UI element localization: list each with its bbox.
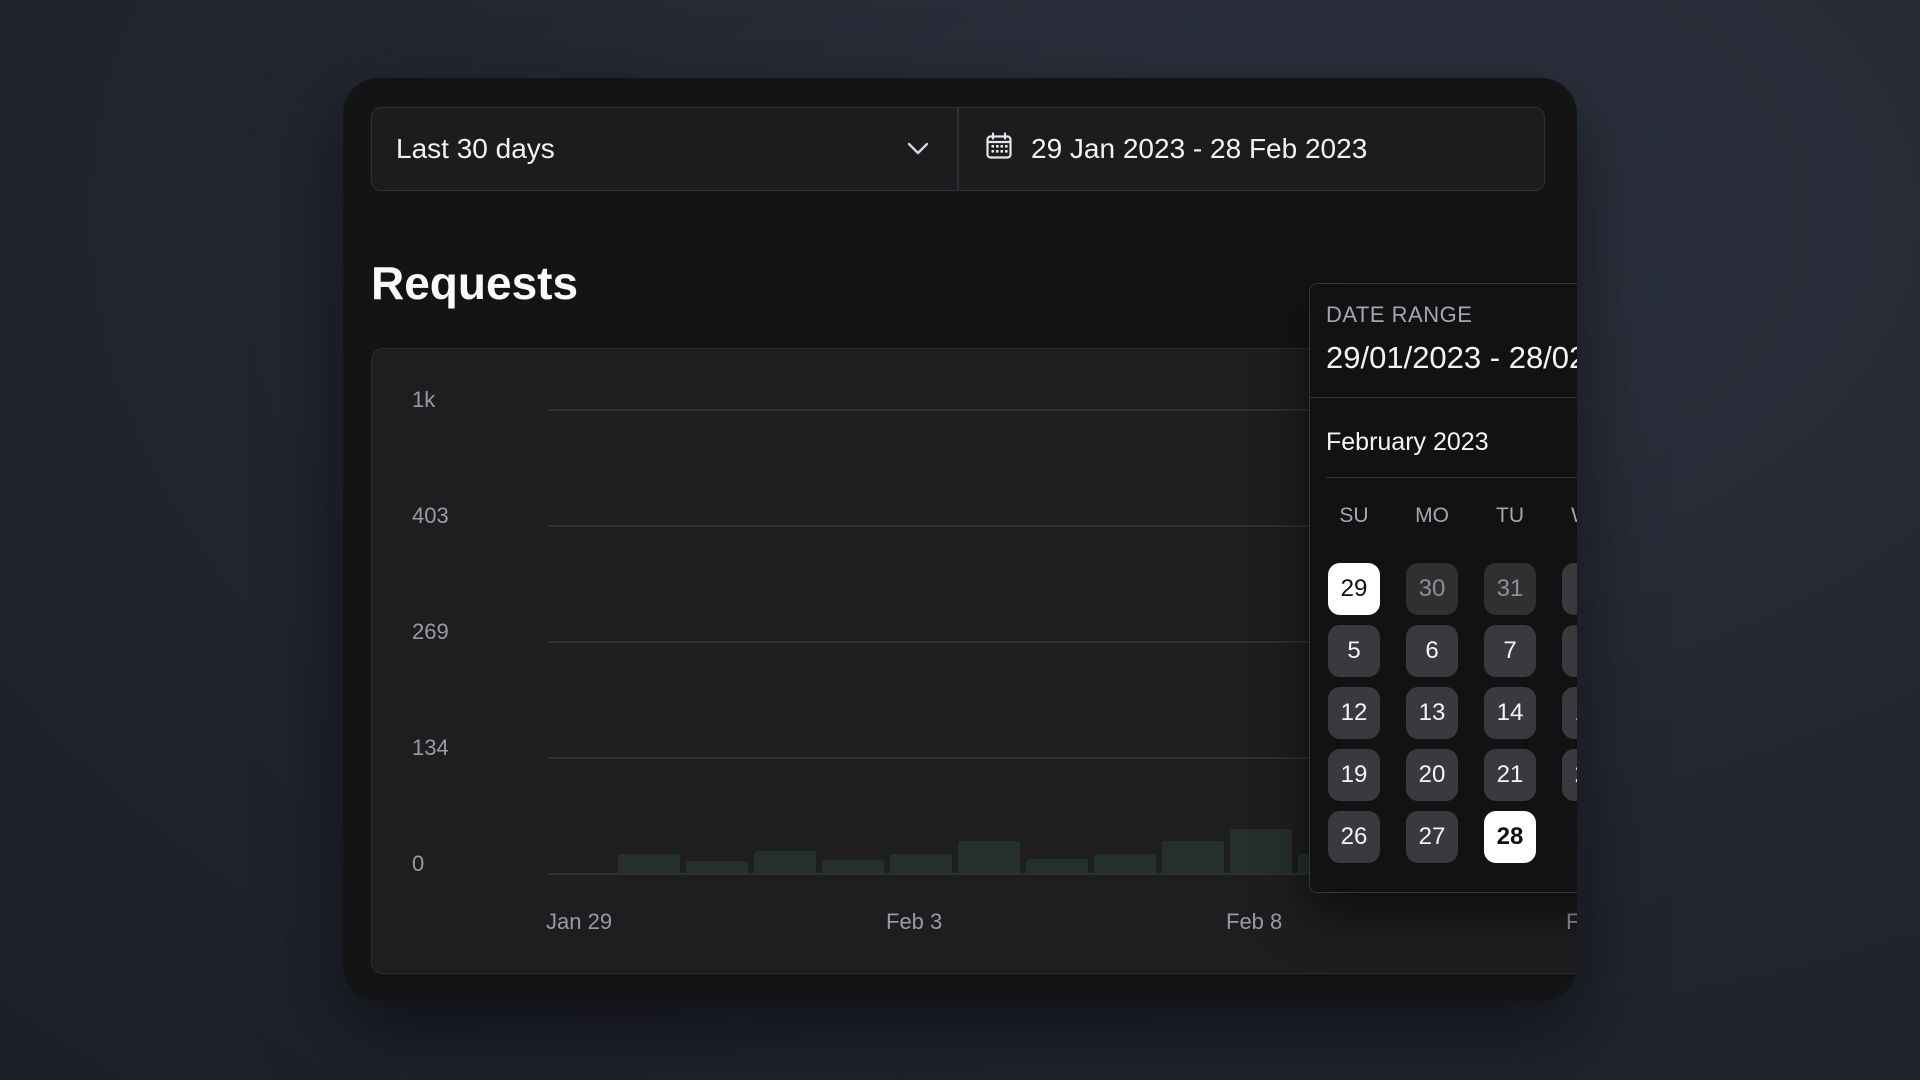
- date-range-label: 29 Jan 2023 - 28 Feb 2023: [1031, 133, 1368, 164]
- chart-bar[interactable]: [754, 850, 816, 873]
- weekday-label: SU: [1339, 504, 1369, 527]
- calendar-day[interactable]: 15: [1562, 687, 1577, 739]
- chart-bar[interactable]: [686, 861, 748, 873]
- chart-bar[interactable]: [1162, 841, 1224, 873]
- calendar-day[interactable]: 21: [1484, 749, 1536, 801]
- chart-bar[interactable]: [958, 840, 1020, 873]
- chart-bar[interactable]: [1026, 859, 1088, 873]
- calendar-day[interactable]: 22: [1562, 749, 1577, 801]
- y-tick-label: 0: [412, 851, 425, 876]
- calendar-day[interactable]: 27: [1406, 811, 1458, 863]
- chart-bar[interactable]: [890, 853, 952, 873]
- date-range-button[interactable]: 29 Jan 2023 - 28 Feb 2023: [959, 108, 1544, 190]
- weekday-label: MO: [1415, 504, 1449, 527]
- calendar-day[interactable]: 31: [1484, 563, 1536, 615]
- date-range-heading: DATE RANGE: [1326, 302, 1473, 327]
- date-toolbar: Last 30 days 29 Jan 2023 - 28 Feb 2023: [371, 107, 1545, 191]
- date-range-value: 29/01/2023 - 28/02/2023: [1326, 340, 1577, 375]
- month-header: February 2023: [1326, 414, 1577, 478]
- y-tick-label: 403: [412, 503, 449, 528]
- period-select-label: Last 30 days: [396, 133, 555, 164]
- calendar-day[interactable]: 1: [1562, 563, 1577, 615]
- calendar-day[interactable]: 14: [1484, 687, 1536, 739]
- calendar-day[interactable]: 29: [1328, 563, 1380, 615]
- chart-bar[interactable]: [1094, 854, 1156, 873]
- calendar-day[interactable]: 12: [1328, 687, 1380, 739]
- date-range-popover: DATE RANGE 29/01/2023 - 28/02/2023 Febru…: [1309, 283, 1577, 893]
- weekday-label: TU: [1496, 504, 1524, 527]
- page-title: Requests: [371, 257, 579, 309]
- date-range-summary: DATE RANGE 29/01/2023 - 28/02/2023: [1310, 284, 1577, 398]
- calendar-day[interactable]: 1: [1562, 811, 1577, 863]
- chevron-down-icon: [905, 136, 931, 162]
- calendar-day[interactable]: 19: [1328, 749, 1380, 801]
- calendar-day[interactable]: 7: [1484, 625, 1536, 677]
- calendar-day[interactable]: 30: [1406, 563, 1458, 615]
- x-tick-label: Jan 29: [546, 909, 613, 934]
- y-tick-label: 1k: [412, 387, 436, 412]
- calendar-day[interactable]: 5: [1328, 625, 1380, 677]
- x-tick-label: Feb 8: [1226, 909, 1283, 934]
- calendar-day[interactable]: 26: [1328, 811, 1380, 863]
- period-select[interactable]: Last 30 days: [372, 108, 959, 190]
- y-tick-label: 134: [412, 735, 449, 760]
- calendar-day[interactable]: 6: [1406, 625, 1458, 677]
- calendar-day[interactable]: 28: [1484, 811, 1536, 863]
- weekday-label: WE: [1549, 504, 1577, 528]
- calendar-day[interactable]: 20: [1406, 749, 1458, 801]
- calendar-day[interactable]: 8: [1562, 625, 1577, 677]
- chart-bar[interactable]: [618, 853, 680, 873]
- calendar-day[interactable]: 13: [1406, 687, 1458, 739]
- y-tick-label: 269: [412, 619, 449, 644]
- dashboard-card: Last 30 days 29 Jan 2023 - 28 Feb 2023 R…: [343, 78, 1577, 1001]
- chart-bar[interactable]: [822, 860, 884, 873]
- month-label: February 2023: [1326, 428, 1489, 456]
- x-tick-label: F: [1566, 909, 1577, 934]
- calendar-icon: [985, 131, 1013, 167]
- x-tick-label: Feb 3: [886, 909, 943, 934]
- chart-bar[interactable]: [1230, 828, 1292, 873]
